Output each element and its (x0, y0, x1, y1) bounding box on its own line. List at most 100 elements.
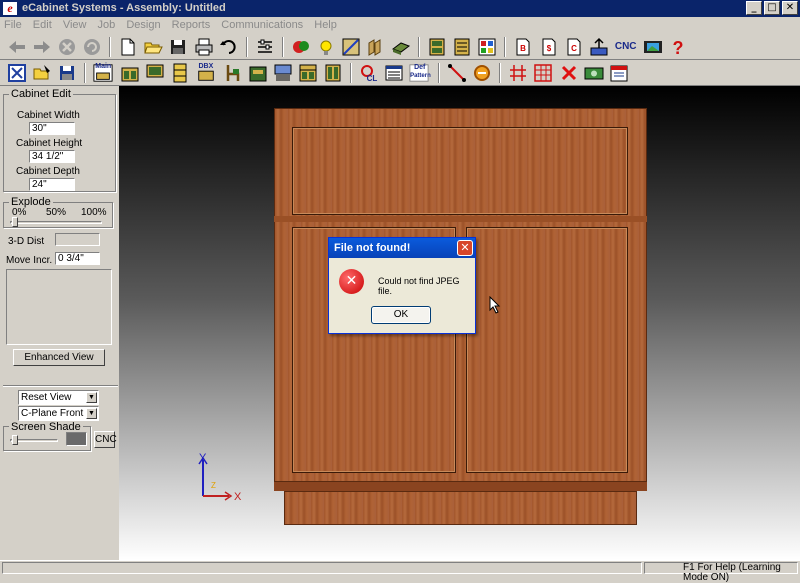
toolbar-separator (281, 37, 284, 57)
material-button[interactable] (391, 37, 411, 57)
cnc-toolbar-button[interactable]: CNC (614, 37, 638, 57)
def-pattern-button[interactable]: Def Pattern (409, 63, 431, 83)
move-incr-input[interactable]: 0 3/4" (55, 252, 100, 265)
view-select[interactable]: Reset View ▼ (18, 390, 99, 405)
pattern-label: Pattern (410, 73, 431, 79)
cabinet-depth-input[interactable]: 24" (29, 178, 75, 191)
dbx-button[interactable]: DBX (196, 63, 218, 83)
shade-swatch[interactable] (66, 432, 87, 446)
close-window-button[interactable]: ✕ (782, 1, 798, 15)
panels-button[interactable] (366, 37, 386, 57)
pantry-button[interactable] (323, 63, 343, 83)
corner-icon (274, 64, 292, 81)
video-button[interactable] (643, 37, 663, 57)
menu-design[interactable]: Design (126, 19, 160, 31)
svg-text:CL: CL (367, 74, 378, 83)
cabinet-height-label: Cabinet Height (16, 138, 83, 149)
base-cabinet-button[interactable] (120, 63, 140, 83)
export-button[interactable] (589, 37, 609, 57)
main-label: Main (95, 63, 112, 70)
explode-slider-thumb[interactable] (12, 217, 18, 227)
enhanced-view-button[interactable]: Enhanced View (13, 349, 105, 366)
save-assembly-button[interactable] (57, 63, 77, 83)
open-button[interactable] (143, 37, 164, 57)
render-button[interactable] (341, 37, 361, 57)
undo-button[interactable] (219, 37, 239, 57)
money-button[interactable] (584, 63, 604, 83)
table-button[interactable] (533, 63, 553, 83)
refresh-button[interactable] (82, 37, 102, 57)
plane-select[interactable]: C-Plane Front ▼ (18, 406, 99, 421)
schedule-list-button[interactable] (384, 63, 404, 83)
status-bar: F1 For Help (Learning Mode ON) (0, 560, 800, 583)
table-icon (534, 64, 553, 82)
cabinet-list-button[interactable] (427, 37, 447, 57)
light-button[interactable] (316, 37, 336, 57)
back-icon (9, 41, 25, 53)
menu-edit[interactable]: Edit (33, 19, 52, 31)
menu-file[interactable]: File (4, 19, 22, 31)
dialog-ok-button[interactable]: OK (371, 306, 431, 324)
line-draw-button[interactable] (447, 63, 467, 83)
cnc-button[interactable]: CNC (94, 431, 117, 448)
hutch-button[interactable] (298, 63, 318, 83)
menu-reports[interactable]: Reports (172, 19, 211, 31)
forward-button[interactable] (32, 37, 52, 57)
cabinet-right-door[interactable] (466, 227, 628, 473)
bid-report-button[interactable]: B (513, 37, 533, 57)
delete-button[interactable] (559, 63, 579, 83)
svg-text:$: $ (546, 44, 551, 53)
save-button[interactable] (168, 37, 188, 57)
chevron-down-icon[interactable]: ▼ (86, 392, 97, 403)
screen-shade-slider-thumb[interactable] (12, 435, 18, 445)
menu-view[interactable]: View (63, 19, 87, 31)
material-icon (392, 42, 411, 55)
main-button[interactable]: Main (93, 63, 115, 83)
wall-cabinet-icon (146, 64, 164, 78)
chevron-down-icon[interactable]: ▼ (86, 408, 97, 419)
maximize-button[interactable]: □ (764, 1, 780, 15)
stop-button[interactable] (57, 37, 77, 57)
cabinet-color-button[interactable] (477, 37, 497, 57)
menu-job[interactable]: Job (98, 19, 116, 31)
properties-icon (257, 39, 272, 53)
help-button[interactable]: ? (668, 37, 688, 58)
properties-button[interactable] (255, 37, 275, 57)
cabinet-height-input[interactable]: 34 1/2" (29, 150, 75, 163)
corner-button[interactable] (273, 63, 293, 83)
svg-text:C: C (571, 44, 577, 53)
status-help-text: F1 For Help (Learning Mode ON) (644, 562, 798, 583)
parts-button[interactable] (291, 37, 311, 57)
cutlist-report-button[interactable]: C (564, 37, 584, 57)
toolbar-separator (84, 63, 87, 83)
app-icon[interactable]: e (3, 2, 17, 15)
curve-button[interactable] (472, 63, 492, 83)
chair-icon (226, 65, 239, 81)
cutlist-button[interactable]: CL (359, 63, 379, 83)
dist3d-input[interactable] (55, 233, 100, 246)
dialog-close-button[interactable]: ✕ (457, 240, 473, 256)
open-assembly-button[interactable] (32, 63, 52, 83)
toolbar-separator (245, 37, 248, 57)
grid-button[interactable] (508, 63, 528, 83)
drawer-button[interactable] (248, 63, 268, 83)
status-main-panel (2, 562, 642, 574)
explode-slider-track[interactable] (10, 221, 102, 224)
cabinet-edit-button[interactable] (7, 63, 27, 83)
minimize-button[interactable]: _ (746, 1, 762, 15)
drawer-icon (249, 66, 267, 82)
menu-communications[interactable]: Communications (221, 19, 303, 31)
cabinet-drawer-front[interactable] (292, 127, 628, 215)
cabinet-depth-label: Cabinet Depth (16, 166, 80, 177)
cost-report-button[interactable]: $ (539, 37, 559, 57)
menu-help[interactable]: Help (314, 19, 337, 31)
cabinet-width-input[interactable]: 30" (29, 122, 75, 135)
print-button[interactable] (194, 37, 214, 57)
cabinet-grid-button[interactable] (452, 37, 472, 57)
wall-cabinet-button[interactable] (145, 63, 165, 83)
back-button[interactable] (7, 37, 27, 57)
new-button[interactable] (118, 37, 138, 57)
chair-button[interactable] (223, 63, 243, 83)
tall-cabinet-button[interactable] (170, 63, 190, 83)
schedule-button[interactable] (609, 63, 629, 83)
